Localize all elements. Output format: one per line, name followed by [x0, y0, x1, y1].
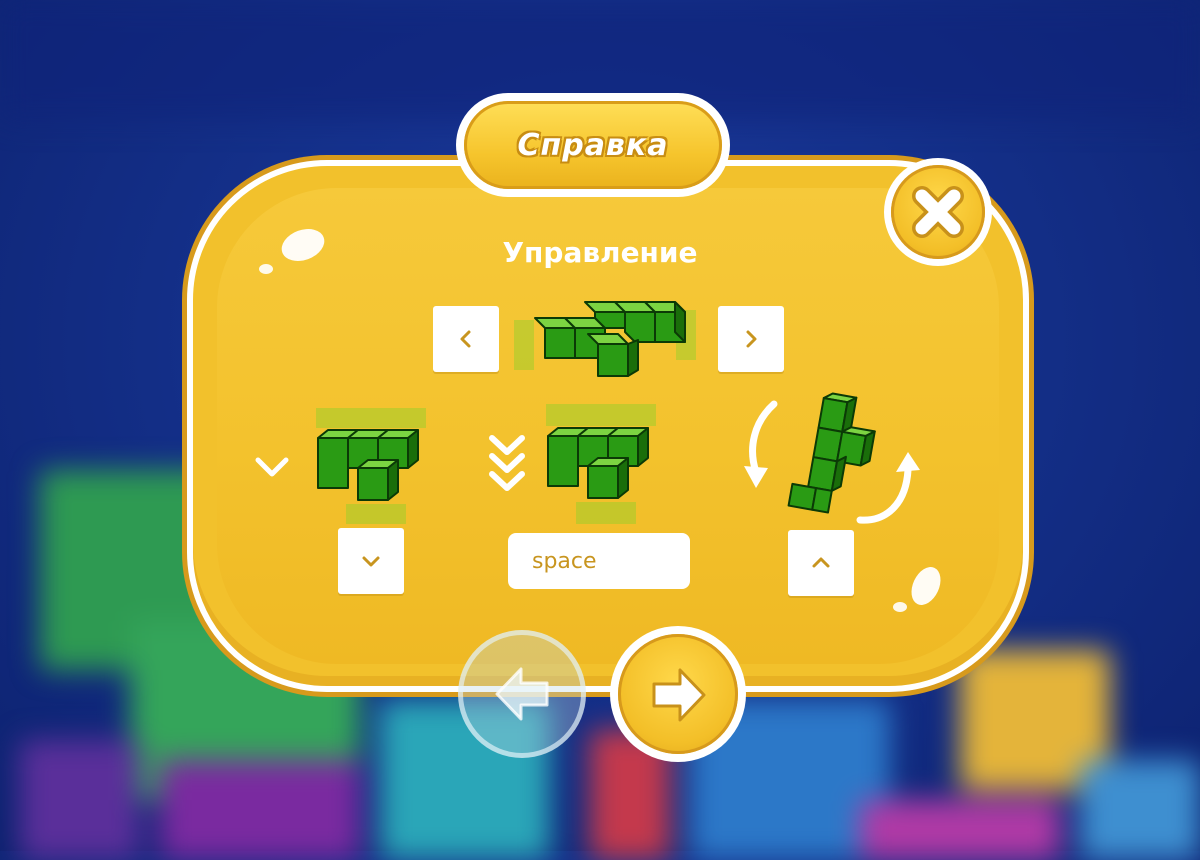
gloss-highlight	[259, 264, 273, 274]
close-button[interactable]	[884, 158, 992, 266]
tetromino-horizontal-move	[514, 301, 696, 377]
chevron-down-icon	[362, 556, 380, 567]
section-title: Управление	[502, 236, 698, 269]
chevron-left-icon	[460, 330, 471, 348]
rotate-key	[788, 530, 854, 596]
hard-drop-space-key: space	[508, 533, 690, 589]
double-chevron-down-icon	[489, 435, 525, 491]
close-icon	[912, 186, 964, 238]
dialog-title: Справка	[517, 127, 669, 163]
previous-page-button[interactable]	[458, 630, 586, 758]
move-left-key	[433, 306, 499, 372]
chevron-up-icon	[812, 557, 830, 568]
tetromino-hard-drop	[546, 404, 656, 524]
tetromino-soft-drop	[316, 408, 426, 524]
arrow-right-icon	[652, 668, 706, 722]
chevron-down-icon	[255, 457, 289, 477]
chevron-right-icon	[746, 330, 757, 348]
soft-drop-key	[338, 528, 404, 594]
gloss-highlight	[893, 602, 907, 612]
tetromino-rotate	[787, 392, 876, 514]
arrow-left-icon	[495, 667, 549, 721]
title-banner: Справка	[456, 93, 730, 197]
next-page-button[interactable]	[610, 626, 746, 762]
move-right-key	[718, 306, 784, 372]
